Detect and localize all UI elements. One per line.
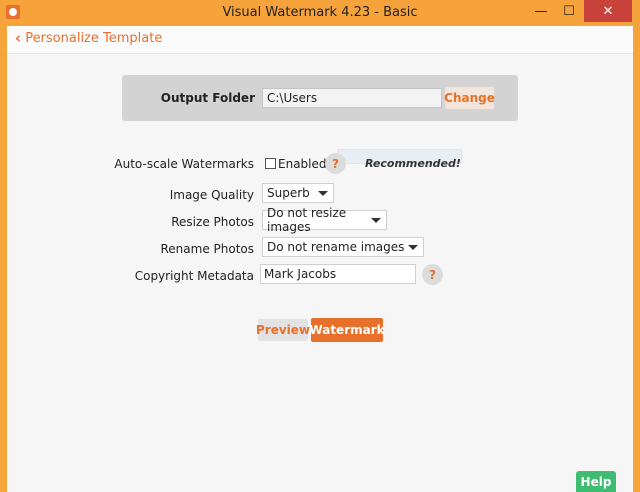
change-folder-button[interactable]: Change	[445, 87, 494, 109]
chevron-down-icon	[371, 218, 381, 223]
copyright-help-icon[interactable]: ?	[422, 264, 443, 285]
resize-photos-value: Do not resize images	[267, 206, 386, 234]
copyright-input[interactable]	[260, 264, 416, 284]
image-quality-select[interactable]: Superb	[262, 183, 334, 203]
help-button[interactable]: Help	[576, 471, 616, 492]
chevron-down-icon	[318, 191, 328, 196]
image-quality-value: Superb	[267, 186, 310, 200]
output-folder-panel: Output Folder Change	[122, 75, 518, 121]
image-quality-label: Image Quality	[7, 188, 254, 202]
close-button[interactable]: ✕	[584, 0, 632, 22]
preview-button[interactable]: Preview	[258, 319, 308, 341]
back-label: Personalize Template	[25, 31, 162, 46]
output-folder-input[interactable]	[262, 88, 442, 108]
main-content: ‹ Personalize Template Output Folder Cha…	[7, 26, 633, 492]
copyright-label: Copyright Metadata	[7, 269, 254, 283]
chevron-left-icon: ‹	[15, 31, 21, 46]
resize-photos-label: Resize Photos	[7, 215, 254, 229]
rename-photos-select[interactable]: Do not rename images	[262, 237, 424, 257]
resize-photos-select[interactable]: Do not resize images	[262, 210, 387, 230]
rename-photos-label: Rename Photos	[7, 242, 254, 256]
output-folder-label: Output Folder	[122, 91, 255, 105]
maximize-button[interactable]: ☐	[555, 0, 583, 22]
minimize-button[interactable]: —	[527, 0, 555, 22]
header-bar: ‹ Personalize Template	[7, 26, 633, 54]
chevron-down-icon	[408, 245, 418, 250]
autoscale-help-icon[interactable]: ?	[325, 153, 346, 174]
app-window: Visual Watermark 4.23 - Basic — ☐ ✕ ‹ Pe…	[0, 0, 640, 492]
watermark-button[interactable]: Watermark	[311, 318, 383, 342]
autoscale-checkbox[interactable]	[265, 158, 276, 169]
autoscale-enabled-label[interactable]: Enabled	[278, 157, 327, 171]
recommended-note: Recommended!	[365, 157, 461, 170]
back-button[interactable]: ‹ Personalize Template	[15, 31, 162, 46]
title-bar[interactable]: Visual Watermark 4.23 - Basic — ☐ ✕	[0, 0, 640, 26]
rename-photos-value: Do not rename images	[267, 240, 404, 254]
autoscale-label: Auto-scale Watermarks	[7, 157, 254, 171]
